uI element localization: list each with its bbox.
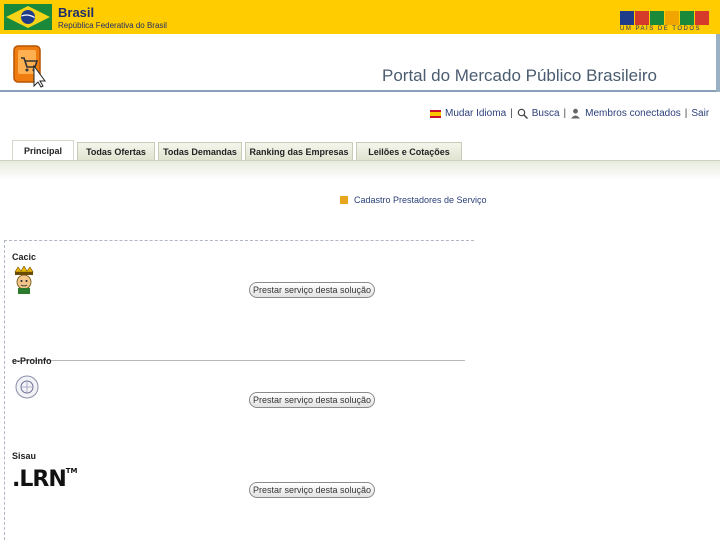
separator: | xyxy=(563,108,567,119)
brasil-letters xyxy=(620,11,709,25)
solution-item-eproinfo: e-ProInfo Prestar serviço desta solução xyxy=(12,356,467,408)
brasil-slogan: UM PAÍS DE TODOS xyxy=(620,26,702,32)
logout-link[interactable]: Sair xyxy=(691,108,709,119)
search-icon[interactable] xyxy=(517,108,528,119)
spain-flag-icon[interactable] xyxy=(430,109,441,118)
arrow-bullet-icon xyxy=(340,196,348,204)
tab-todas-ofertas[interactable]: Todas Ofertas xyxy=(77,142,155,160)
cacic-mascot-icon xyxy=(14,266,34,294)
cadastro-prestadores-link[interactable]: Cadastro Prestadores de Serviço xyxy=(340,195,487,205)
page-title: Portal do Mercado Público Brasileiro xyxy=(382,66,657,85)
eproinfo-logo-icon xyxy=(15,375,39,399)
separator: | xyxy=(510,108,513,119)
brasil-brand-logo: UM PAÍS DE TODOS xyxy=(620,11,709,33)
tab-principal[interactable]: Principal xyxy=(12,140,74,160)
solutions-panel xyxy=(4,240,474,540)
search-link[interactable]: Busca xyxy=(532,108,560,119)
tab-leiloes-cotacoes[interactable]: Leilões e Cotações xyxy=(356,142,462,160)
prestar-servico-button[interactable]: Prestar serviço desta solução xyxy=(249,282,375,298)
prestar-servico-button[interactable]: Prestar serviço desta solução xyxy=(249,482,375,498)
portal-header: Portal do Mercado Público Brasileiro xyxy=(0,34,720,92)
cart-cursor-icon xyxy=(13,45,46,88)
solution-item-sisau: Sisau .LRNTM Prestar serviço desta soluç… xyxy=(12,451,467,498)
solution-name: Cacic xyxy=(12,252,37,262)
gov-subtitle: República Federativa do Brasil xyxy=(58,21,167,30)
brazil-flag-icon xyxy=(4,4,52,30)
main-tabs: Principal Todas Ofertas Todas Demandas R… xyxy=(12,140,462,160)
tab-todas-demandas[interactable]: Todas Demandas xyxy=(158,142,242,160)
tab-bar-bottom xyxy=(0,160,720,180)
change-language-link[interactable]: Mudar Idioma xyxy=(445,108,506,119)
separator: | xyxy=(684,108,688,119)
tab-ranking-empresas[interactable]: Ranking das Empresas xyxy=(245,142,353,160)
lrn-logo-text: .LRN xyxy=(12,467,67,492)
members-connected-link[interactable]: Membros conectados xyxy=(585,108,681,119)
lrn-logo: .LRNTM xyxy=(12,467,77,492)
solution-item-cacic: Cacic Prestar serviço desta solução xyxy=(12,252,467,361)
solution-name: e-ProInfo xyxy=(12,356,52,366)
user-icon[interactable] xyxy=(570,108,581,119)
utility-links: Mudar Idioma | Busca | Membros conectado… xyxy=(430,108,709,119)
lrn-logo-tm: TM xyxy=(65,467,78,475)
solution-name: Sisau xyxy=(12,451,37,461)
gov-name[interactable]: Brasil xyxy=(58,5,94,20)
government-bar: Brasil República Federativa do Brasil UM… xyxy=(0,0,720,34)
header-edge xyxy=(716,34,720,92)
prestar-servico-button[interactable]: Prestar serviço desta solução xyxy=(249,392,375,408)
cadastro-label[interactable]: Cadastro Prestadores de Serviço xyxy=(354,195,487,205)
